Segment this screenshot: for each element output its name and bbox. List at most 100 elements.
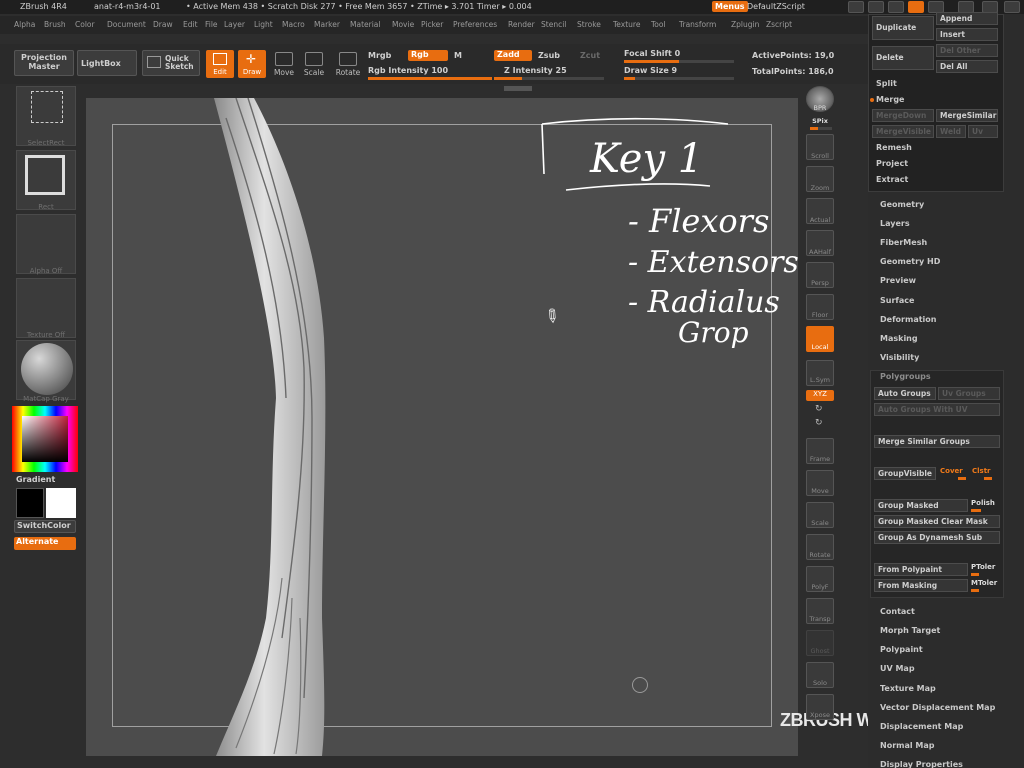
- menu-tool[interactable]: Tool: [651, 20, 666, 29]
- menu-stroke[interactable]: Stroke: [577, 20, 601, 29]
- zcut-toggle[interactable]: Zcut: [580, 51, 600, 60]
- menu-zplugin[interactable]: Zplugin: [731, 20, 759, 29]
- menu-macro[interactable]: Macro: [282, 20, 305, 29]
- menu-brush[interactable]: Brush: [44, 20, 66, 29]
- contact-section[interactable]: Contact: [880, 607, 915, 616]
- ptoler-label[interactable]: PToler: [971, 563, 995, 571]
- insert-button[interactable]: Insert: [936, 28, 998, 41]
- rotate-z-icon[interactable]: ↻: [815, 418, 823, 428]
- material-slot[interactable]: [16, 340, 76, 400]
- merge-down-button[interactable]: MergeDown: [872, 109, 934, 122]
- spix-label[interactable]: SPix: [800, 117, 840, 125]
- menu-picker[interactable]: Picker: [421, 20, 443, 29]
- polypaint-section[interactable]: Polypaint: [880, 645, 923, 654]
- menu-light[interactable]: Light: [254, 20, 273, 29]
- rgb-toggle[interactable]: Rgb: [408, 50, 448, 61]
- clstr-label[interactable]: Clstr: [972, 467, 991, 475]
- gradient-label[interactable]: Gradient: [16, 475, 55, 484]
- menu-zscript[interactable]: Zscript: [766, 20, 792, 29]
- normal-map-section[interactable]: Normal Map: [880, 741, 934, 750]
- scale-button[interactable]: Scale: [302, 52, 326, 77]
- merge-similar-button[interactable]: MergeSimilar: [936, 109, 998, 122]
- group-as-dynamesh-sub-button[interactable]: Group As Dynamesh Sub: [874, 531, 1000, 544]
- xyz-button[interactable]: XYZ: [806, 390, 834, 401]
- secondary-color-swatch[interactable]: [16, 488, 44, 518]
- menu-edit[interactable]: Edit: [183, 20, 198, 29]
- menu-document[interactable]: Document: [107, 20, 146, 29]
- fibermesh-section[interactable]: FiberMesh: [880, 238, 927, 247]
- vector-displacement-map-section[interactable]: Vector Displacement Map: [880, 703, 995, 712]
- canvas-scroll-handle[interactable]: [504, 86, 532, 91]
- deformation-section[interactable]: Deformation: [880, 315, 936, 324]
- duplicate-button[interactable]: Duplicate: [872, 16, 934, 40]
- menu-material[interactable]: Material: [350, 20, 380, 29]
- del-all-button[interactable]: Del All: [936, 60, 998, 73]
- group-visible-button[interactable]: GroupVisible: [874, 467, 936, 480]
- switchcolor-button[interactable]: SwitchColor: [14, 520, 76, 533]
- displacement-map-section[interactable]: Displacement Map: [880, 722, 963, 731]
- spix-slider[interactable]: [810, 127, 832, 130]
- alpha-slot[interactable]: [16, 214, 76, 274]
- polish-label[interactable]: Polish: [971, 499, 995, 507]
- color-saturation-square[interactable]: [22, 416, 68, 462]
- layers-section[interactable]: Layers: [880, 219, 910, 228]
- menu-movie[interactable]: Movie: [392, 20, 414, 29]
- rotate-button[interactable]: Rotate: [334, 52, 362, 77]
- append-button[interactable]: Append: [936, 12, 998, 25]
- primary-color-swatch[interactable]: [46, 488, 76, 518]
- delete-button[interactable]: Delete: [872, 46, 934, 70]
- rect-stroke[interactable]: [16, 150, 76, 210]
- layout-icon[interactable]: [868, 1, 884, 13]
- menu-color[interactable]: Color: [75, 20, 95, 29]
- menu-layer[interactable]: Layer: [224, 20, 245, 29]
- alternate-button[interactable]: Alternate: [14, 537, 76, 550]
- del-other-button[interactable]: Del Other: [936, 44, 998, 57]
- focal-shift-slider[interactable]: [624, 60, 734, 63]
- menu-draw[interactable]: Draw: [153, 20, 173, 29]
- uv-button[interactable]: Uv: [968, 125, 998, 138]
- menu-alpha[interactable]: Alpha: [14, 20, 35, 29]
- preview-section[interactable]: Preview: [880, 276, 916, 285]
- menu-texture[interactable]: Texture: [613, 20, 640, 29]
- from-masking-button[interactable]: From Masking: [874, 579, 968, 592]
- color-picker[interactable]: [12, 406, 78, 472]
- merge-visible-button[interactable]: MergeVisible: [872, 125, 934, 138]
- palette-icon[interactable]: [888, 1, 904, 13]
- menus-button[interactable]: Menus: [712, 1, 748, 12]
- uv-groups-button[interactable]: Uv Groups: [938, 387, 1000, 400]
- visibility-section[interactable]: Visibility: [880, 353, 919, 362]
- menu-file[interactable]: File: [205, 20, 218, 29]
- surface-section[interactable]: Surface: [880, 296, 914, 305]
- coverage-label[interactable]: Cover: [940, 467, 963, 475]
- uv-map-section[interactable]: UV Map: [880, 664, 915, 673]
- polygroups-section[interactable]: Polygroups: [880, 372, 931, 381]
- masking-section[interactable]: Masking: [880, 334, 918, 343]
- project-item[interactable]: Project: [876, 159, 908, 168]
- remesh-item[interactable]: Remesh: [876, 143, 912, 152]
- texture-map-section[interactable]: Texture Map: [880, 684, 936, 693]
- projection-master-button[interactable]: Projection Master: [14, 50, 74, 76]
- swap-icon[interactable]: [848, 1, 864, 13]
- extract-item[interactable]: Extract: [876, 175, 908, 184]
- rotate-y-icon[interactable]: ↻: [815, 404, 823, 414]
- draw-size-slider[interactable]: [624, 77, 734, 80]
- from-polypaint-button[interactable]: From Polypaint: [874, 563, 968, 576]
- move-button[interactable]: Move: [272, 52, 296, 77]
- split-item[interactable]: Split: [876, 79, 897, 88]
- selectrect-brush[interactable]: [16, 86, 76, 146]
- mtoler-label[interactable]: MToler: [971, 579, 997, 587]
- geometry-section[interactable]: Geometry: [880, 200, 924, 209]
- texture-slot[interactable]: [16, 278, 76, 338]
- z-intensity-slider[interactable]: [494, 77, 604, 80]
- mrgb-toggle[interactable]: Mrgb: [368, 51, 391, 60]
- auto-groups-with-uv-button[interactable]: Auto Groups With UV: [874, 403, 1000, 416]
- menu-preferences[interactable]: Preferences: [453, 20, 497, 29]
- menu-render[interactable]: Render: [508, 20, 535, 29]
- geometry-hd-section[interactable]: Geometry HD: [880, 257, 940, 266]
- rgb-intensity-slider[interactable]: [368, 77, 492, 80]
- menu-transform[interactable]: Transform: [679, 20, 716, 29]
- m-toggle[interactable]: M: [454, 51, 462, 60]
- morph-target-section[interactable]: Morph Target: [880, 626, 940, 635]
- edit-button[interactable]: Edit: [206, 50, 234, 78]
- merge-similar-groups-button[interactable]: Merge Similar Groups: [874, 435, 1000, 448]
